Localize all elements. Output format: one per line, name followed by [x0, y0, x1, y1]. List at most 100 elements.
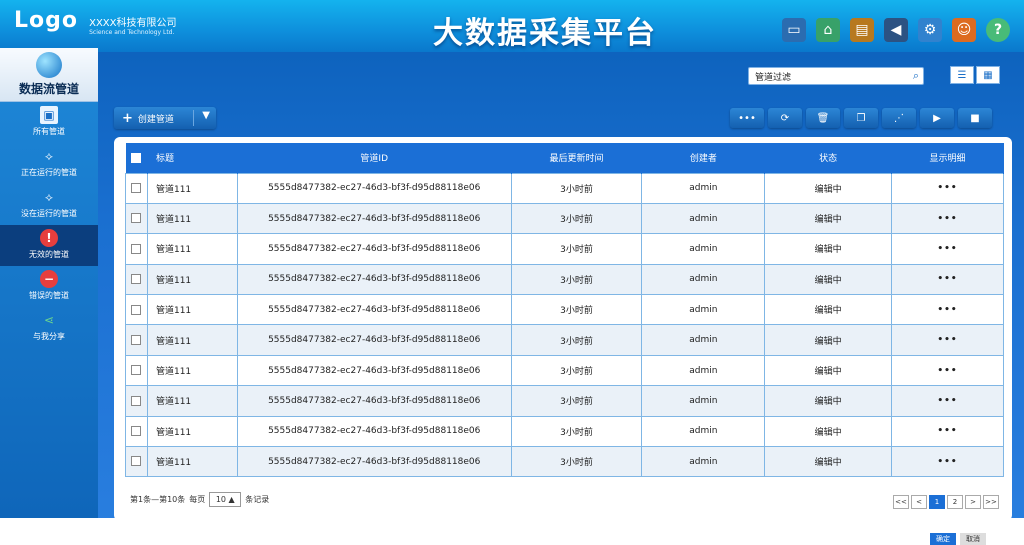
help-icon[interactable]: ? [986, 18, 1010, 42]
row-checkbox[interactable] [131, 395, 142, 406]
row-checkbox[interactable] [131, 182, 142, 193]
table-row[interactable]: 管道111 5555d8477382-ec27-46d3-bf3f-d95d881… [125, 354, 1004, 387]
select-cell[interactable] [125, 324, 148, 356]
pipeline-filter-input[interactable]: 管道过滤 ⌕ [748, 67, 924, 85]
range-text: 第1条—第10条 [130, 495, 186, 504]
create-pipeline-button[interactable]: + 创建管道 ▼ [114, 107, 216, 129]
select-cell[interactable] [125, 233, 148, 265]
cell-updated: 3小时前 [510, 415, 643, 448]
home-icon[interactable]: ⌂ [816, 18, 840, 42]
header-status[interactable]: 状态 [764, 143, 893, 173]
pipeline-icon: ⟡ [45, 189, 53, 204]
select-cell[interactable] [125, 354, 148, 387]
cell-updated: 3小时前 [510, 294, 643, 326]
select-cell[interactable] [125, 294, 148, 326]
user-icon[interactable]: ☺ [952, 18, 976, 42]
select-cell[interactable] [125, 446, 148, 478]
header-updated[interactable]: 最后更新时间 [511, 143, 643, 173]
share-icon: ⋖ [43, 313, 55, 327]
caret-down-icon[interactable]: ▼ [202, 110, 210, 121]
table-row[interactable]: 管道111 5555d8477382-ec27-46d3-bf3f-d95d881… [125, 446, 1004, 478]
row-checkbox[interactable] [131, 334, 142, 345]
gear-icon[interactable]: ⚙ [918, 18, 942, 42]
header-id[interactable]: 管道ID [237, 143, 512, 173]
select-cell[interactable] [125, 385, 148, 417]
table-row[interactable]: 管道111 5555d8477382-ec27-46d3-bf3f-d95d881… [125, 415, 1004, 448]
cell-title: 管道111 [146, 446, 238, 478]
sidebar-item-invalid[interactable]: ! 无效的管道 [0, 225, 98, 266]
sidebar-header[interactable]: 数据流管道 [0, 48, 98, 102]
row-checkbox[interactable] [131, 456, 142, 467]
list-view-icon[interactable]: ☰ [950, 66, 974, 84]
app-header: Logo XXXX科技有限公司 Science and Technology L… [0, 0, 1024, 52]
table-row[interactable]: 管道111 5555d8477382-ec27-46d3-bf3f-d95d881… [125, 324, 1004, 356]
detail-more-icon[interactable]: ••• [891, 202, 1004, 235]
header-title[interactable]: 标题 [147, 143, 238, 173]
table-row[interactable]: 管道111 5555d8477382-ec27-46d3-bf3f-d95d881… [125, 263, 1004, 296]
sidebar-item-all[interactable]: ▣ 所有管道 [0, 102, 98, 143]
dialog-buttons: 确定 取消 [930, 533, 986, 545]
table-row[interactable]: 管道111 5555d8477382-ec27-46d3-bf3f-d95d881… [125, 202, 1004, 235]
detail-more-icon[interactable]: ••• [891, 385, 1004, 417]
sidebar-item-shared[interactable]: ⋖ 与我分享 [0, 307, 98, 348]
select-all-checkbox[interactable] [131, 152, 142, 163]
create-pipeline-label: 创建管道 [137, 114, 174, 125]
sidebar-item-label: 正在运行的管道 [21, 168, 77, 177]
detail-more-icon[interactable]: ••• [891, 354, 1004, 387]
next-page-button[interactable]: > [965, 495, 981, 509]
cell-id: 5555d8477382-ec27-46d3-bf3f-d95d88118e06 [236, 294, 512, 326]
detail-more-icon[interactable]: ••• [891, 233, 1004, 265]
table-row[interactable]: 管道111 5555d8477382-ec27-46d3-bf3f-d95d881… [125, 172, 1004, 204]
page-button-1[interactable]: 1 [929, 495, 945, 509]
table-row[interactable]: 管道111 5555d8477382-ec27-46d3-bf3f-d95d881… [125, 385, 1004, 417]
play-icon[interactable]: ▶ [920, 108, 954, 128]
filter-placeholder: 管道过滤 [755, 73, 792, 83]
row-checkbox[interactable] [131, 426, 142, 437]
row-checkbox[interactable] [131, 304, 142, 315]
table-row[interactable]: 管道111 5555d8477382-ec27-46d3-bf3f-d95d881… [125, 294, 1004, 326]
search-icon[interactable]: ⌕ [913, 69, 919, 83]
select-cell[interactable] [125, 172, 148, 204]
row-checkbox[interactable] [131, 213, 142, 224]
copy-icon[interactable]: ❐ [844, 108, 878, 128]
page-button-2[interactable]: 2 [947, 495, 963, 509]
header-detail[interactable]: 显示明细 [891, 143, 1004, 173]
page-size-select[interactable]: 10 ▲ [209, 492, 242, 507]
detail-more-icon[interactable]: ••• [891, 172, 1004, 204]
sidebar-item-not-running[interactable]: ⟡ 没在运行的管道 [0, 184, 98, 225]
row-checkbox[interactable] [131, 365, 142, 376]
prev-page-button[interactable]: < [911, 495, 927, 509]
cell-updated: 3小时前 [510, 354, 643, 387]
first-page-button[interactable]: << [893, 495, 909, 509]
detail-more-icon[interactable]: ••• [891, 263, 1004, 296]
header-creator[interactable]: 创建者 [641, 143, 766, 173]
stop-icon[interactable]: ■ [958, 108, 992, 128]
select-cell[interactable] [125, 263, 148, 296]
pipeline-icon[interactable]: ⋰ [882, 108, 916, 128]
speaker-icon[interactable]: ◀ [884, 18, 908, 42]
detail-more-icon[interactable]: ••• [891, 446, 1004, 478]
refresh-icon[interactable]: ⟳ [768, 108, 802, 128]
row-checkbox[interactable] [131, 274, 142, 285]
select-cell[interactable] [125, 202, 148, 235]
grid-view-icon[interactable]: ▦ [976, 66, 1000, 84]
sidebar-item-error[interactable]: − 错误的管道 [0, 266, 98, 307]
cell-id: 5555d8477382-ec27-46d3-bf3f-d95d88118e06 [236, 324, 512, 356]
delete-icon[interactable]: 🗑 [806, 108, 840, 128]
detail-more-icon[interactable]: ••• [891, 324, 1004, 356]
sidebar-item-running[interactable]: ⟡ 正在运行的管道 [0, 143, 98, 184]
table-row[interactable]: 管道111 5555d8477382-ec27-46d3-bf3f-d95d881… [125, 233, 1004, 265]
select-cell[interactable] [125, 415, 148, 448]
row-checkbox[interactable] [131, 243, 142, 254]
sidebar-item-label: 与我分享 [33, 332, 65, 341]
cancel-button[interactable]: 取消 [960, 533, 986, 545]
cell-title: 管道111 [146, 202, 238, 235]
last-page-button[interactable]: >> [983, 495, 999, 509]
database-icon[interactable]: ▤ [850, 18, 874, 42]
ok-button[interactable]: 确定 [930, 533, 956, 545]
detail-more-icon[interactable]: ••• [891, 294, 1004, 326]
detail-more-icon[interactable]: ••• [891, 415, 1004, 448]
more-icon[interactable]: ••• [730, 108, 764, 128]
computer-icon[interactable]: ▭ [782, 18, 806, 42]
pipeline-icon: ⟡ [45, 148, 53, 163]
